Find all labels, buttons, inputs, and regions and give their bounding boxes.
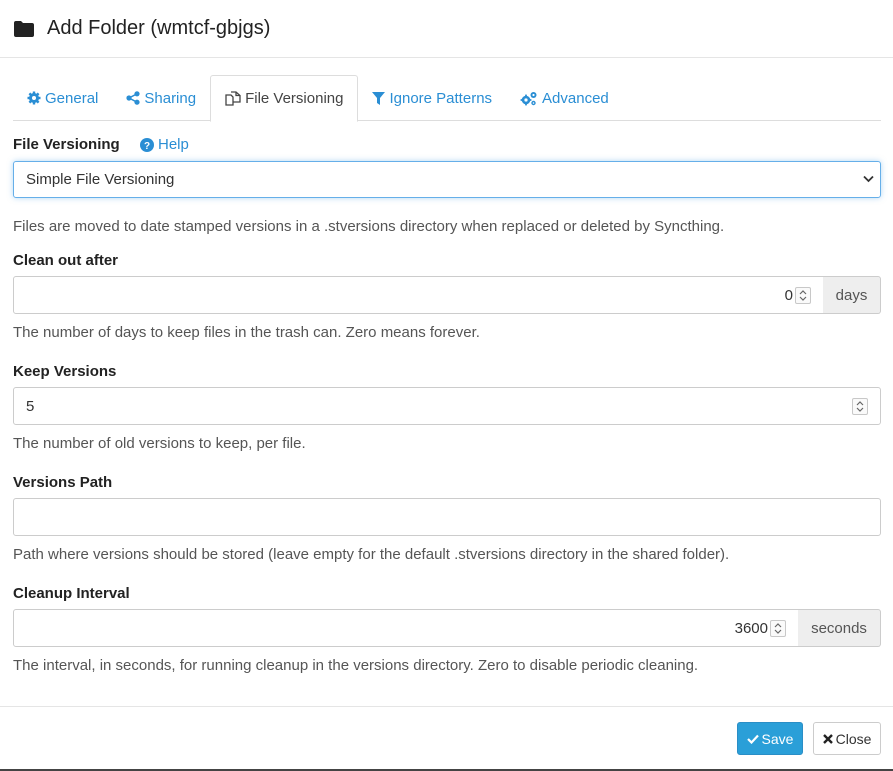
gear-icon: [27, 91, 41, 105]
tab-file-versioning[interactable]: File Versioning: [210, 75, 359, 122]
selected-option: Simple File Versioning: [26, 171, 175, 188]
versioning-type-select[interactable]: Simple File Versioning: [13, 161, 881, 198]
cleanup-interval-input[interactable]: 3600: [13, 609, 799, 647]
versioning-label: File Versioning: [13, 136, 120, 153]
check-icon: [746, 734, 759, 744]
tab-label: General: [45, 89, 99, 107]
cleanup-interval-hint: The interval, in seconds, for running cl…: [13, 657, 699, 674]
tab-general[interactable]: General: [13, 75, 112, 121]
cleanup-interval-value: 3600: [734, 620, 768, 637]
keep-versions-value: 5: [26, 397, 35, 415]
footer-divider: [0, 706, 893, 707]
close-button[interactable]: Close: [813, 722, 881, 755]
seconds-addon: seconds: [798, 609, 881, 647]
keep-versions-label: Keep Versions: [13, 363, 117, 380]
close-icon: [822, 733, 833, 744]
keep-versions-input[interactable]: 5: [13, 387, 881, 425]
versions-path-hint: Path where versions should be stored (le…: [13, 546, 730, 563]
clean-out-hint: The number of days to keep files in the …: [13, 324, 480, 341]
close-label: Close: [835, 730, 872, 747]
copy-icon: [225, 91, 241, 106]
save-button[interactable]: Save: [737, 722, 803, 755]
tab-ignore-patterns[interactable]: Ignore Patterns: [358, 75, 506, 121]
tab-label: Sharing: [144, 89, 197, 107]
keep-versions-hint: The number of old versions to keep, per …: [13, 435, 306, 452]
cleanup-interval-label: Cleanup Interval: [13, 585, 130, 602]
question-circle-icon: ?: [140, 137, 154, 152]
modal-header: Add Folder (wmtcf-gbjgs): [0, 0, 893, 58]
tab-advanced[interactable]: Advanced: [506, 75, 623, 121]
clean-out-value: 0: [784, 287, 793, 304]
clean-out-label: Clean out after: [13, 252, 119, 269]
chevron-down-icon: [863, 175, 874, 183]
versions-path-input[interactable]: [13, 498, 881, 536]
help-link[interactable]: ? Help: [140, 136, 189, 153]
tab-sharing[interactable]: Sharing: [112, 75, 210, 121]
svg-text:?: ?: [144, 141, 150, 152]
clean-out-input[interactable]: 0: [13, 276, 824, 314]
help-label: Help: [158, 136, 189, 153]
tab-bar: General Sharing File Versioning Ignore P…: [13, 75, 881, 122]
filter-icon: [372, 91, 386, 105]
days-addon: days: [823, 276, 881, 314]
tab-label: Ignore Patterns: [389, 89, 493, 107]
spinner-icon[interactable]: [795, 287, 811, 304]
tab-label: File Versioning: [245, 90, 344, 107]
tab-label: Advanced: [542, 89, 609, 107]
folder-icon: [14, 20, 34, 37]
modal-title: Add Folder (wmtcf-gbjgs): [47, 17, 271, 39]
spinner-icon[interactable]: [852, 398, 868, 415]
save-label: Save: [761, 730, 794, 747]
versions-path-label: Versions Path: [13, 474, 113, 491]
cogs-icon: [520, 91, 537, 105]
share-icon: [126, 91, 140, 105]
spinner-icon[interactable]: [770, 620, 786, 637]
versioning-description: Files are moved to date stamped versions…: [13, 218, 725, 235]
